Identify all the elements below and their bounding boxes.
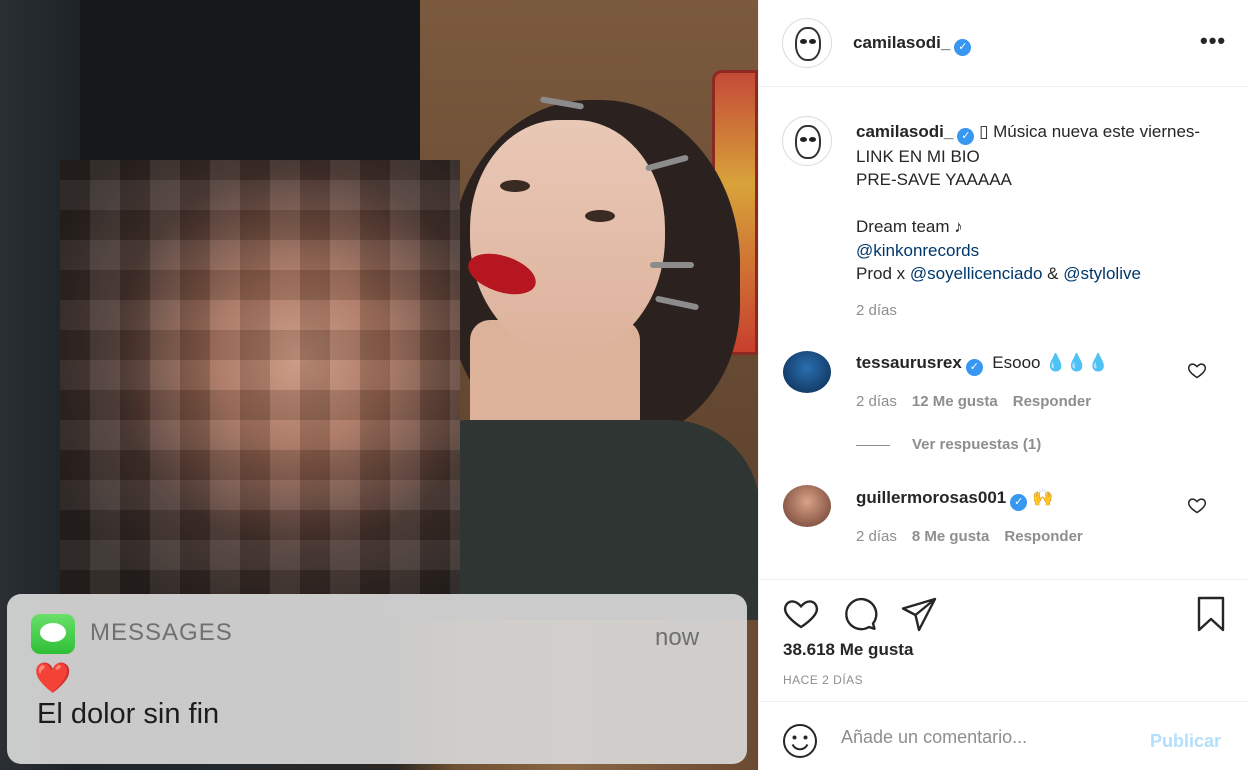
message-notification: MESSAGES now ❤️ El dolor sin fin [7, 594, 747, 764]
notification-message: El dolor sin fin [37, 698, 220, 730]
reply-button[interactable]: Responder [1004, 528, 1082, 545]
notification-time: now [655, 624, 700, 651]
comment-body: Esooo 💧💧💧 [992, 353, 1109, 372]
caption-amp: & [1042, 264, 1064, 284]
comment-like-icon[interactable] [1187, 360, 1207, 380]
hair-clip [650, 262, 694, 268]
verified-badge-icon: ✓ [1010, 494, 1028, 511]
comment-text: tessaurusrex ✓ Esooo 💧💧💧 [856, 353, 1109, 376]
mention-link[interactable]: @kinkonrecords [856, 241, 979, 260]
avatar-drawing [795, 125, 821, 159]
pixelated-face [60, 160, 460, 600]
messages-app-icon [31, 614, 75, 654]
likes-count[interactable]: 38.618 Me gusta [783, 640, 913, 660]
publish-button[interactable]: Publicar [1150, 731, 1221, 752]
post-date[interactable]: HACE 2 DÍAS [783, 673, 863, 687]
caption-prod-prefix: Prod x [856, 264, 910, 284]
post-image[interactable]: MESSAGES now ❤️ El dolor sin fin [0, 0, 758, 770]
view-replies-label[interactable]: Ver respuestas (1) [912, 436, 1041, 453]
view-replies[interactable]: Ver respuestas (1) [856, 436, 1041, 453]
comment-avatar[interactable] [783, 351, 831, 393]
mention-link[interactable]: @soyellicenciado [910, 264, 1043, 283]
emoji-picker-icon[interactable] [781, 722, 819, 760]
share-send-icon[interactable] [899, 594, 939, 634]
comment-meta: 2 días 8 Me gusta Responder [856, 528, 1083, 545]
caption-line: Dream team ♪ [856, 217, 963, 237]
comment-input[interactable] [841, 727, 1141, 748]
like-heart-icon[interactable] [781, 594, 821, 634]
comment-bubble-icon[interactable] [840, 594, 880, 634]
add-comment-bar: Publicar [759, 702, 1247, 770]
woman-eye-right [585, 210, 615, 222]
comment-body: 🙌 [1031, 488, 1054, 507]
mention-link[interactable]: @stylolive [1063, 264, 1141, 283]
reply-button[interactable]: Responder [1013, 393, 1091, 410]
comment-time[interactable]: 2 días [856, 528, 897, 545]
caption-time[interactable]: 2 días [856, 302, 897, 319]
comment-avatar[interactable] [783, 485, 831, 527]
comment-time[interactable]: 2 días [856, 393, 897, 410]
post-sidebar: camilasodi_ ✓ ••• camilasodi_ ✓ ▯ Música n… [758, 0, 1247, 770]
verified-badge-icon: ✓ [965, 359, 983, 376]
comment-likes[interactable]: 8 Me gusta [912, 528, 990, 545]
author-username-text[interactable]: camilasodi_ [853, 33, 950, 52]
comments-list[interactable]: camilasodi_ ✓ ▯ Música nueva este viernes… [759, 88, 1247, 580]
caption-text: camilasodi_ ✓ ▯ Música nueva este viernes… [856, 120, 1216, 285]
author-username[interactable]: camilasodi_ ✓ [853, 33, 972, 56]
comment-meta: 2 días 12 Me gusta Responder [856, 393, 1091, 410]
comment-likes[interactable]: 12 Me gusta [912, 393, 998, 410]
verified-badge-icon: ✓ [957, 128, 975, 145]
woman-eye-left [500, 180, 530, 192]
replies-divider [856, 444, 890, 446]
more-options-icon[interactable]: ••• [1200, 28, 1226, 54]
caption-avatar[interactable] [782, 116, 832, 166]
post-header: camilasodi_ ✓ ••• [759, 0, 1247, 87]
comment-like-icon[interactable] [1187, 495, 1207, 515]
caption-username[interactable]: camilasodi_ [856, 122, 953, 141]
heart-emoji-icon: ❤️ [34, 662, 72, 695]
caption-line: PRE-SAVE YAAAAA [856, 170, 1012, 190]
comment-text: guillermorosas001 ✓ 🙌 [856, 488, 1053, 511]
avatar-drawing [795, 27, 821, 61]
comment-username[interactable]: tessaurusrex [856, 353, 962, 372]
woman-face [470, 120, 665, 355]
verified-badge-icon: ✓ [954, 39, 972, 56]
comment-username[interactable]: guillermorosas001 [856, 488, 1006, 507]
save-bookmark-icon[interactable] [1191, 594, 1231, 634]
post-actions: 38.618 Me gusta HACE 2 DÍAS [759, 580, 1247, 702]
author-avatar[interactable] [782, 18, 832, 68]
notification-app-name: MESSAGES [90, 619, 233, 646]
